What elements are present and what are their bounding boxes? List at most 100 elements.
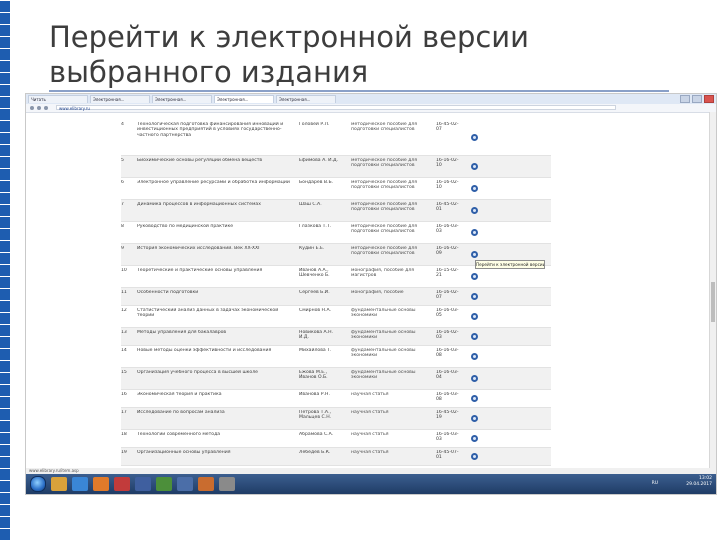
open-electronic-version-icon[interactable]: [471, 435, 478, 442]
open-electronic-version-icon[interactable]: [471, 313, 478, 320]
row-kind: научная статья: [351, 432, 389, 437]
row-code: 16-45-02-01: [436, 202, 459, 213]
browser-tab-active[interactable]: Электронная...: [214, 95, 274, 103]
row-kind: методическое пособие для подготовки спец…: [351, 158, 418, 169]
row-number: 16: [121, 392, 127, 397]
row-number: 7: [121, 202, 124, 207]
open-electronic-version-icon[interactable]: [471, 453, 478, 460]
open-electronic-version-icon[interactable]: [471, 229, 478, 236]
app-icon[interactable]: [198, 477, 214, 491]
table-row: 16 Экономическая теория и практика Иванова…: [121, 390, 551, 408]
browser-tab-bar: Читать Электронная... Электронная... Эле…: [26, 94, 716, 104]
open-electronic-version-icon[interactable]: [471, 293, 478, 300]
scrollbar-thumb[interactable]: [711, 282, 715, 322]
open-electronic-version-icon[interactable]: [471, 251, 478, 258]
row-title: История экономических исследований. Век …: [137, 246, 260, 251]
row-kind: методическое пособие для подготовки спец…: [351, 202, 418, 213]
open-electronic-version-icon[interactable]: [471, 375, 478, 382]
row-number: 10: [121, 268, 127, 273]
row-title: Технологическая подготовка финансировани…: [137, 122, 284, 138]
open-electronic-version-icon[interactable]: [471, 353, 478, 360]
row-title: Организация учебного процесса в высшей ш…: [137, 370, 258, 375]
row-author: Головей Р.Л.: [299, 122, 330, 127]
open-electronic-version-icon[interactable]: [471, 207, 478, 214]
open-electronic-version-icon[interactable]: [471, 273, 478, 280]
back-icon[interactable]: [30, 106, 34, 110]
row-author: Ежова М.Е., Иванов О.Б.: [299, 370, 328, 381]
reload-icon[interactable]: [44, 106, 48, 110]
row-number: 5: [121, 158, 124, 163]
forward-icon[interactable]: [37, 106, 41, 110]
row-number: 13: [121, 330, 127, 335]
browser-tab[interactable]: Электронная...: [276, 95, 336, 103]
row-kind: методическое пособие для подготовки спец…: [351, 246, 418, 257]
browser-screenshot: Читать Электронная... Электронная... Эле…: [25, 93, 717, 495]
table-row: 14 Новые методы оценки эффективности и ис…: [121, 346, 551, 368]
app-icon[interactable]: [177, 477, 193, 491]
open-electronic-version-icon[interactable]: [471, 185, 478, 192]
row-number: 8: [121, 224, 124, 229]
system-clock[interactable]: 13:02 29.04.2017: [686, 476, 712, 488]
clock-date: 29.04.2017: [686, 482, 712, 487]
maximize-icon[interactable]: [692, 95, 702, 103]
table-row: 19 Организационные основы управления Лебед…: [121, 448, 551, 466]
row-kind: фундаментальные основы экономики: [351, 370, 416, 381]
slide-title-line1: Перейти к электронной версии: [49, 20, 530, 54]
language-indicator[interactable]: RU: [652, 481, 658, 486]
slide-left-pattern: [0, 0, 10, 540]
row-code: 16-16-02-10: [436, 180, 459, 191]
row-kind: фундаментальные основы экономики: [351, 348, 416, 359]
app-icon[interactable]: [156, 477, 172, 491]
row-author: Сергеев Б.И.: [299, 290, 330, 295]
row-kind: монография, пособие для магистров: [351, 268, 414, 279]
app-icon[interactable]: [219, 477, 235, 491]
open-electronic-version-icon[interactable]: [471, 163, 478, 170]
open-electronic-version-icon[interactable]: [471, 134, 478, 141]
browser-tab[interactable]: Электронная...: [90, 95, 150, 103]
row-author: Лебедев Б.К.: [299, 450, 331, 455]
open-electronic-version-icon[interactable]: [471, 333, 478, 340]
ie-icon[interactable]: [72, 477, 88, 491]
table-row: 6 Электронное управление ресурсами и обра…: [121, 178, 551, 200]
row-kind: научная статья: [351, 410, 389, 415]
minimize-icon[interactable]: [680, 95, 690, 103]
window-controls: [680, 95, 714, 103]
media-player-icon[interactable]: [93, 477, 109, 491]
table-row: 18 Технологии современного метода Абрамова…: [121, 430, 551, 448]
vertical-scrollbar[interactable]: [709, 112, 716, 476]
url-input[interactable]: www.elibrary.ru: [56, 105, 616, 111]
browser-tab[interactable]: Читать: [28, 95, 88, 103]
row-kind: методическое пособие для подготовки спец…: [351, 122, 418, 133]
row-kind: фундаментальные основы экономики: [351, 308, 416, 319]
row-code: 16-16-02-07: [436, 290, 459, 301]
row-code: 16-16-03-08: [436, 348, 459, 359]
row-title: Экономическая теория и практика: [137, 392, 222, 397]
explorer-icon[interactable]: [51, 477, 67, 491]
row-number: 14: [121, 348, 127, 353]
row-title: Статистический анализ данных в задачах э…: [137, 308, 279, 319]
table-row: 15 Организация учебного процесса в высшей…: [121, 368, 551, 390]
open-electronic-version-icon[interactable]: [471, 395, 478, 402]
start-button[interactable]: [30, 476, 46, 492]
row-title: Методы управления для бакалавров: [137, 330, 227, 335]
open-electronic-version-icon[interactable]: [471, 415, 478, 422]
row-author: Бондарев В.Б.: [299, 180, 334, 185]
table-row: 4 Технологическая подготовка финансирован…: [121, 120, 551, 156]
row-author: Кудин Е.Е.: [299, 246, 325, 251]
close-icon[interactable]: [704, 95, 714, 103]
opera-icon[interactable]: [114, 477, 130, 491]
title-underline: [49, 90, 669, 92]
row-kind: научная статья: [351, 450, 389, 455]
row-author: Ефимова А. И.Д.: [299, 158, 339, 163]
browser-tab[interactable]: Электронная...: [152, 95, 212, 103]
row-number: 11: [121, 290, 127, 295]
row-code: 16-45-02-19: [436, 410, 459, 421]
row-number: 9: [121, 246, 124, 251]
app-icon[interactable]: [135, 477, 151, 491]
table-row: 17 Исследование по вопросам анализа Петров…: [121, 408, 551, 430]
row-number: 19: [121, 450, 127, 455]
row-code: 16-16-03-03: [436, 432, 459, 443]
row-code: 16-16-02-09: [436, 246, 459, 257]
row-author: Михайлова Т.: [299, 348, 332, 353]
row-number: 15: [121, 370, 127, 375]
